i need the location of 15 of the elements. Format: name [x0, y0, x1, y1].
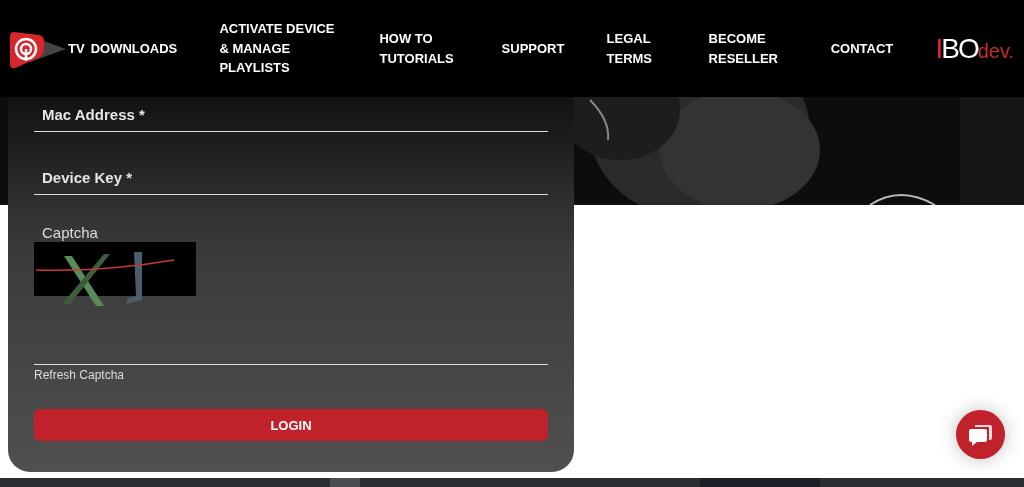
nav-link[interactable]: DOWNLOADS	[90, 38, 178, 59]
captcha-label: Captcha	[42, 224, 99, 241]
brand-logo[interactable]: IBOdev.	[935, 32, 1014, 65]
nav-link[interactable]: CONTACT	[830, 38, 894, 59]
login-button[interactable]: LOGIN	[34, 409, 548, 441]
nav-link[interactable]: BECOME RESELLER	[708, 29, 789, 68]
nav-link[interactable]: HOW TO TUTORIALS	[379, 29, 460, 68]
nav-link[interactable]: SUPPORT	[501, 38, 565, 59]
logo-text: TV	[68, 41, 85, 56]
refresh-captcha-link[interactable]: Refresh Captcha	[34, 368, 125, 382]
input-field[interactable]: Mac Address *	[34, 97, 548, 132]
nav-link[interactable]: LEGAL TERMS	[606, 29, 667, 68]
chat-icon	[967, 422, 994, 447]
nav-link[interactable]: ACTIVATE DEVICE & MANAGE PLAYLISTS	[219, 19, 338, 78]
input-field[interactable]: Device Key *	[34, 160, 548, 195]
